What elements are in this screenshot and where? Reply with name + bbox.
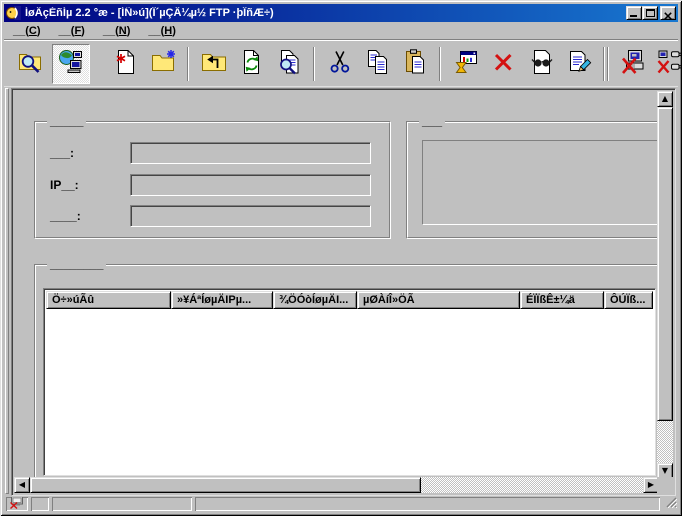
application-window: ÍøÂçÉñÍµ 2.2 °æ - [ÍÑ»ú](Î´µÇÂ¼µ½ FTP ·þ… [0,0,682,516]
vertical-scrollbar[interactable]: ▲ ▼ [657,91,673,479]
left-arrow-icon: ◀ [18,480,26,489]
server-group-caption: _____ [47,114,87,128]
scrollbar-corner [657,477,673,493]
glasses-document-icon [529,49,555,78]
search-files-icon [277,49,303,78]
toolbar-separator [313,46,315,81]
paste-icon [403,49,429,78]
minimize-button[interactable] [626,6,642,20]
disconnected-plug-icon [657,49,682,78]
new-folder-button[interactable] [145,44,183,84]
down-arrow-icon: ▼ [661,466,669,475]
form-row: ____: [35,204,390,228]
status-label: ____: [50,209,81,223]
toolbar-separator [439,46,441,81]
toolbar-separator [187,46,189,81]
close-icon [664,9,672,23]
status-bar [4,496,678,512]
hosts-group-caption: ________ [47,257,107,271]
menu-item-c[interactable]: __(C) [4,23,50,39]
network-neighborhood-button[interactable] [52,43,90,84]
scroll-up-button[interactable]: ▲ [657,91,673,107]
right-arrow-icon: ▶ [647,480,655,489]
new-folder-icon [151,49,177,78]
find-files-button[interactable] [271,44,309,84]
folder-search-icon [18,49,44,78]
maximize-icon [646,9,655,17]
column-header-internet-ip[interactable]: »¥ÁªÍøµÄIPµ... [171,291,273,309]
scheduled-tasks-button[interactable] [447,44,485,84]
server-groupbox: _____ ___: IP__: ____: [34,114,391,239]
column-header-online[interactable]: ÔÚÏß... [604,291,653,309]
view-log-button[interactable] [523,44,561,84]
status-panel-small [31,497,49,511]
disconnected-computer-icon [621,49,647,78]
up-folder-button[interactable] [195,44,233,84]
horizontal-scrollbar[interactable]: ◀ ▶ [14,477,659,493]
minimize-icon [630,15,637,17]
red-x-icon [491,49,517,78]
disconnected-computer-icon [9,497,25,511]
name-field[interactable] [130,142,371,164]
disconnect-host-button[interactable] [615,44,653,84]
window-title: ÍøÂçÉñÍµ 2.2 °æ - [ÍÑ»ú](Î´µÇÂ¼µ½ FTP ·þ… [25,7,274,19]
maximize-button[interactable] [642,6,658,20]
info-panel [422,140,659,225]
client-view: _____ ___: IP__: ____: ___ ________ Ö÷»ú… [11,88,676,496]
disconnect-network-button[interactable] [653,44,682,84]
delete-button[interactable] [485,44,523,84]
cut-button[interactable] [321,44,359,84]
scissors-icon [327,49,353,78]
vertical-scroll-thumb[interactable] [657,107,673,421]
hosts-list-header: Ö÷»úÃû »¥ÁªÍøµÄIPµ... ¾ÖÓòÍøµÄI... µØÀíÎ… [46,291,653,309]
form-pane: _____ ___: IP__: ____: ___ ________ Ö÷»ú… [14,91,659,479]
scroll-left-button[interactable]: ◀ [14,477,30,493]
new-file-icon [113,49,139,78]
status-panel-detail [195,497,660,511]
ip-field[interactable] [130,174,371,196]
ip-label: IP__: [50,178,79,192]
info-group-caption: ___ [419,114,446,128]
folder-up-icon [201,49,227,78]
network-computers-icon [58,49,84,78]
new-file-button[interactable] [107,44,145,84]
column-header-hostname[interactable]: Ö÷»úÃû [46,291,171,309]
menu-item-f[interactable]: __(F) [50,23,94,39]
title-bar[interactable]: ÍøÂçÉñÍµ 2.2 °æ - [ÍÑ»ú](Î´µÇÂ¼µ½ FTP ·þ… [4,4,678,22]
edit-document-icon [567,49,593,78]
refresh-icon [239,49,265,78]
left-splitter[interactable] [5,88,9,494]
connection-status-panel [6,497,28,511]
name-label: ___: [50,146,75,160]
hourglass-window-icon [453,49,479,78]
copy-button[interactable] [359,44,397,84]
menu-bar: __(C) __(F) __(N) __(H) [4,22,678,40]
hosts-list-body[interactable] [46,309,653,473]
toolbar-separator [607,46,609,81]
info-groupbox: ___ [406,114,659,239]
column-header-location[interactable]: µØÀíÎ»ÖÃ [357,291,520,309]
paste-button[interactable] [397,44,435,84]
status-field[interactable] [130,205,371,227]
resize-grip[interactable] [665,496,678,511]
column-header-online-time[interactable]: ÉÏÏßÊ±¼ä [520,291,604,309]
edit-notes-button[interactable] [561,44,599,84]
toolbar [4,40,682,87]
toolbar-separator [603,46,605,81]
close-button[interactable] [660,6,676,20]
form-row: IP__: [35,173,390,197]
status-panel-message [52,497,192,511]
menu-item-h[interactable]: __(H) [139,23,185,39]
up-arrow-icon: ▲ [661,94,669,103]
refresh-button[interactable] [233,44,271,84]
app-icon[interactable] [6,5,22,21]
horizontal-scroll-thumb[interactable] [30,477,421,493]
copy-icon [365,49,391,78]
column-header-lan-ip[interactable]: ¾ÖÓòÍøµÄI... [273,291,357,309]
find-host-button[interactable] [12,44,50,84]
hosts-list: Ö÷»úÃû »¥ÁªÍøµÄIPµ... ¾ÖÓòÍøµÄI... µØÀíÎ… [43,288,656,476]
form-row: ___: [35,141,390,165]
menu-item-n[interactable]: __(N) [94,23,140,39]
